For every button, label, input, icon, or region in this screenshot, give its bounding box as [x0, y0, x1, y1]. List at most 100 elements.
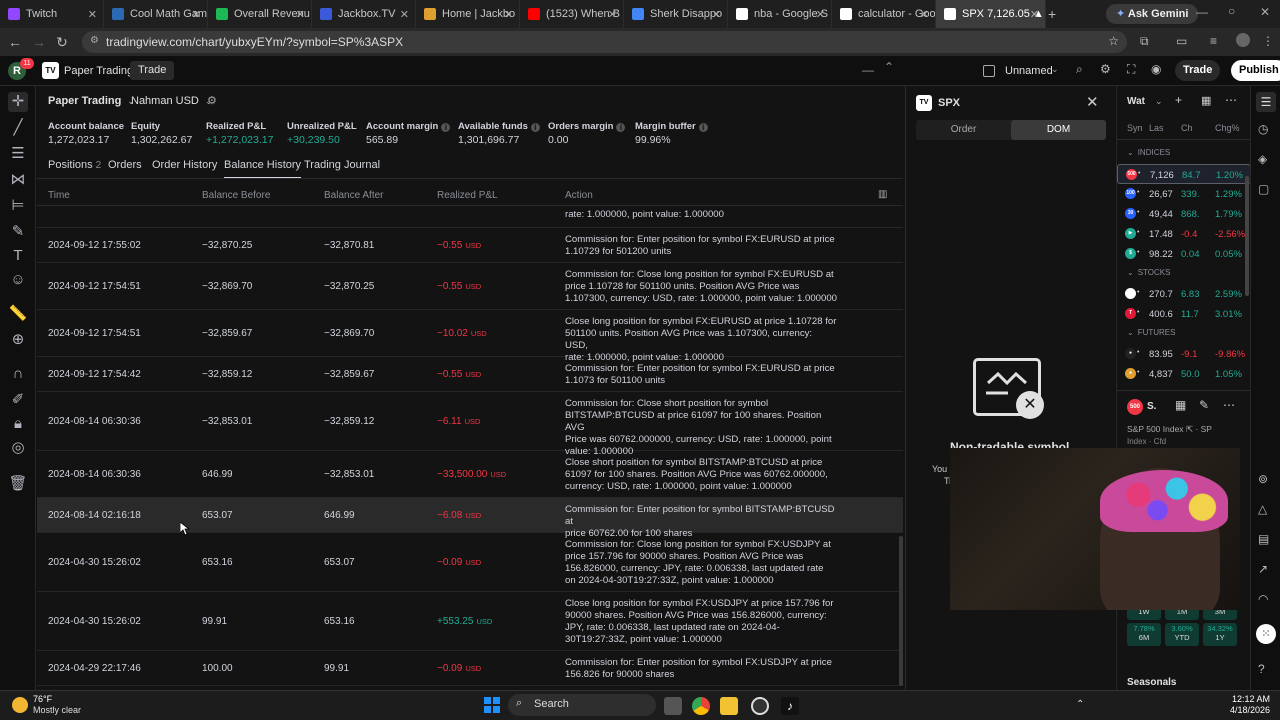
info-icon[interactable]: i	[698, 123, 708, 132]
browser-tab[interactable]: Cool Math Gam ✕	[104, 0, 208, 28]
pattern-icon[interactable]: ⋈	[8, 170, 28, 190]
magnet-icon[interactable]: ∩	[8, 364, 28, 384]
column-header[interactable]: Time	[48, 190, 70, 201]
table-row[interactable]: 2024-04-30 15:26:02 99.91 653.16 +553.25 USD…	[37, 592, 903, 651]
panel-tab[interactable]: Positions 2	[48, 159, 101, 171]
tiktok-icon[interactable]: ♪	[781, 697, 799, 715]
column-header[interactable]: Balance After	[324, 190, 383, 201]
table-row[interactable]: 2024-09-12 17:55:02 −32,870.25 −32,870.81 −…	[37, 228, 903, 263]
new-tab-button[interactable]: +	[1048, 6, 1056, 22]
prediction-icon[interactable]: ⊨	[8, 196, 28, 216]
info-icon[interactable]: i	[530, 123, 540, 132]
trade-button[interactable]: Trade	[1175, 60, 1221, 81]
account-selector[interactable]: Nahman USD ⌄	[131, 95, 212, 107]
watchlist-column-header[interactable]: Chg%	[1215, 123, 1240, 133]
performance-cell[interactable]: 34.32% 1Y	[1203, 623, 1237, 646]
performance-cell[interactable]: 7.78% 6M	[1127, 623, 1161, 646]
cast-icon[interactable]: ▭	[1176, 34, 1187, 48]
watchlist-row[interactable]: $ • 98.22 0.04 0.05%	[1117, 244, 1251, 264]
layout-name[interactable]: Unnamed	[1005, 65, 1053, 77]
url-field[interactable]: ⚙ tradingview.com/chart/yubxyEYm/?symbol…	[82, 31, 1127, 53]
watchlist-column-header[interactable]: Ch	[1181, 123, 1193, 133]
browser-tab[interactable]: calculator - Goo ✕	[832, 0, 936, 28]
start-windows-icon[interactable]	[484, 697, 500, 713]
obs-icon[interactable]	[751, 697, 769, 715]
task-view-icon[interactable]	[664, 697, 682, 715]
browser-tab[interactable]: Jackbox.TV ✕	[312, 0, 416, 28]
settings-gear-icon[interactable]: ⚙	[1100, 62, 1111, 76]
bookmark-star-icon[interactable]: ☆	[1108, 34, 1119, 48]
detail-more-icon[interactable]: ⋯	[1223, 398, 1235, 412]
panel-tab[interactable]: Balance History	[224, 159, 302, 179]
weather-icon[interactable]	[12, 697, 28, 713]
watchlist-title[interactable]: Wat	[1127, 96, 1145, 107]
layers-icon[interactable]: ◈	[1258, 152, 1267, 166]
panel-tab[interactable]: Order History	[152, 159, 217, 171]
tray-chevron-icon[interactable]: ⌃	[1076, 699, 1084, 710]
layout-chevron-icon[interactable]: ⌄	[1051, 64, 1059, 75]
target-icon[interactable]: ⊚	[1258, 472, 1268, 486]
add-symbol-icon[interactable]: +	[1175, 93, 1182, 107]
browser-menu-icon[interactable]: ⋮	[1262, 34, 1274, 48]
lock-icon[interactable]: 🔒︎	[8, 414, 28, 434]
eye-icon[interactable]: ◎	[8, 438, 28, 458]
ideas-icon[interactable]: △	[1258, 502, 1267, 516]
watchlist-row[interactable]: ● • 83.95 -9.1 -9.86%	[1117, 344, 1251, 364]
emoji-icon[interactable]: ☺	[8, 270, 28, 290]
watchlist-section-header[interactable]: ⌄ INDICES	[1127, 148, 1170, 157]
watchlist-row[interactable]: 500 • 7,126 84.7 1.20%	[1117, 164, 1251, 184]
maximize-panel-icon[interactable]: ⌃	[884, 60, 894, 74]
order-tab[interactable]: Order	[916, 120, 1011, 140]
tradingview-logo-icon[interactable]: TV	[42, 62, 59, 79]
trendline-icon[interactable]: ╱	[8, 118, 28, 138]
media-icon[interactable]: ≡	[1210, 34, 1217, 48]
table-row[interactable]: 2024-08-14 06:30:36 646.99 −32,853.01 −33,5…	[37, 451, 903, 498]
browser-tab[interactable]: Overall Revenu ✕	[208, 0, 312, 28]
tab-close-icon[interactable]: ✕	[816, 8, 825, 21]
back-icon[interactable]: ←	[3, 34, 27, 50]
watchlist-section-header[interactable]: ⌄ STOCKS	[1127, 268, 1170, 277]
table-row[interactable]: 2024-08-14 06:30:36 −32,853.01 −32,859.12 −…	[37, 392, 903, 457]
tab-close-icon[interactable]: ✕	[192, 8, 201, 21]
watchlist-chevron-icon[interactable]: ⌄	[1155, 96, 1163, 107]
watchlist-row[interactable]: • 270.7 6.83 2.59%	[1117, 284, 1251, 304]
trash-icon[interactable]: 🗑︎	[8, 474, 28, 494]
minimize-panel-icon[interactable]: —	[862, 63, 874, 77]
watchlist-row[interactable]: ● • 4,837 50.0 1.05%	[1117, 364, 1251, 384]
tab-close-icon[interactable]: ✕	[712, 8, 721, 21]
text-tool-icon[interactable]: T	[8, 246, 28, 266]
brush-icon[interactable]: ✎	[8, 222, 28, 242]
lock-drawing-icon[interactable]: ✐	[8, 390, 28, 410]
zoom-icon[interactable]: ⊕	[8, 330, 28, 350]
tab-close-icon[interactable]: ✕	[504, 8, 513, 21]
info-icon[interactable]: i	[616, 123, 626, 132]
browser-tab[interactable]: SPX 7,126.05 ▲ ✕	[936, 0, 1046, 28]
browser-tab[interactable]: nba - Google S ✕	[728, 0, 832, 28]
watchlist-row[interactable]: T • 400.6 11.7 3.01%	[1117, 304, 1251, 324]
window-close-icon[interactable]: ✕	[1260, 5, 1270, 19]
publish-button[interactable]: Publish	[1231, 60, 1280, 81]
reload-icon[interactable]: ↻	[50, 34, 74, 51]
chart-up-icon[interactable]: ↗	[1258, 562, 1268, 576]
browser-tab[interactable]: (1523) When B ✕	[520, 0, 624, 28]
browser-tab[interactable]: Home | Jackbo ✕	[416, 0, 520, 28]
table-row[interactable]: 2024-04-30 15:26:02 653.16 653.07 −0.09 USD C…	[37, 533, 903, 592]
order-panel-close-icon[interactable]: ✕	[1086, 93, 1099, 111]
weather-temp[interactable]: 76°F	[33, 694, 52, 704]
detail-grid-icon[interactable]: ▦	[1175, 398, 1186, 412]
help-icon[interactable]: ?	[1258, 662, 1265, 676]
table-row[interactable]: 2024-09-12 17:54:51 −32,859.67 −32,869.70 −…	[37, 310, 903, 363]
watchlist-layout-icon[interactable]: ▦	[1201, 94, 1211, 107]
apps-grid-icon[interactable]: ⁙	[1256, 624, 1276, 644]
tab-close-icon[interactable]: ✕	[400, 8, 409, 21]
dom-tab[interactable]: DOM	[1011, 120, 1106, 140]
window-minimize-icon[interactable]: —	[1196, 5, 1208, 19]
account-settings-icon[interactable]: ⚙	[207, 94, 217, 107]
table-row[interactable]: 2024-08-14 02:16:18 653.07 646.99 −6.08 USD C…	[37, 498, 903, 539]
watchlist-column-header[interactable]: Las	[1149, 123, 1164, 133]
tab-close-icon[interactable]: ✕	[296, 8, 305, 21]
watchlist-column-header[interactable]: Syn	[1127, 123, 1143, 133]
fullscreen-icon[interactable]: ⛶	[1127, 62, 1135, 77]
chat-icon[interactable]: ▢	[1258, 182, 1269, 196]
performance-cell[interactable]: 3.60% YTD	[1165, 623, 1199, 646]
